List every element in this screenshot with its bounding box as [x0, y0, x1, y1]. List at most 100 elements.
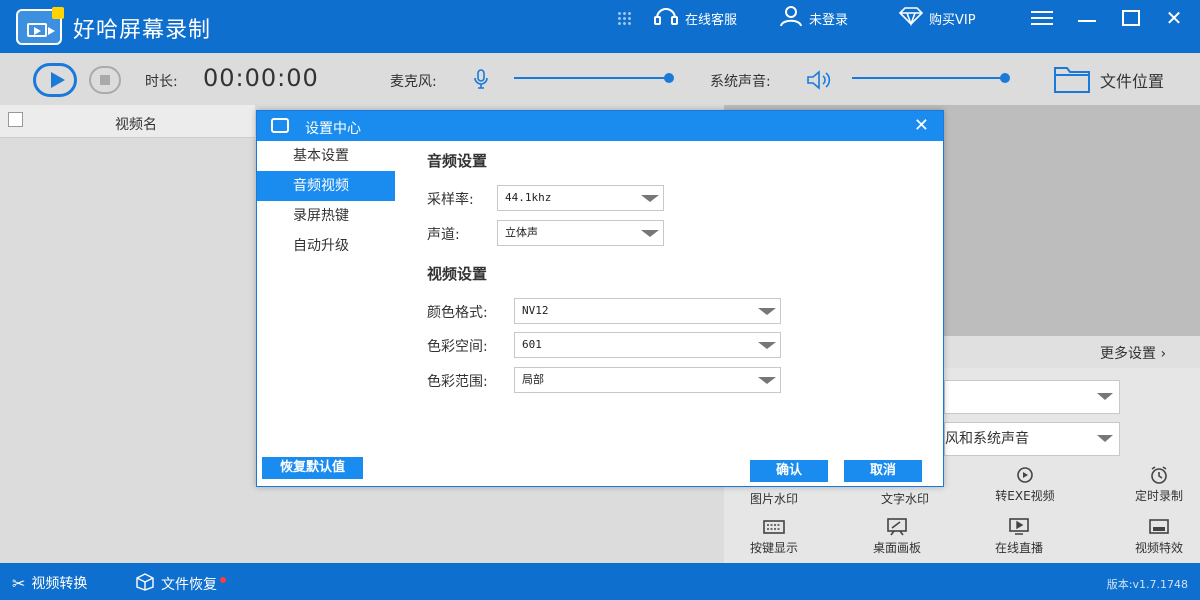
tool-text-watermark[interactable]: 文字水印	[860, 490, 950, 507]
dialog-title-bar[interactable]: 设置中心 ✕	[257, 111, 943, 141]
user-icon	[778, 5, 804, 31]
maximize-icon	[1122, 10, 1140, 26]
close-icon: ✕	[913, 115, 929, 136]
tool-label: 视频特效	[1134, 541, 1183, 555]
tool-label: 转EXE视频	[995, 489, 1055, 503]
diamond-icon	[898, 6, 924, 30]
sample-rate-select[interactable]: 44.1khz	[497, 185, 664, 211]
chevron-down-icon	[758, 342, 776, 349]
headset-icon	[652, 6, 680, 30]
record-toolbar: 时长: 00:00:00 麦克风: 系统声音: 文件位置	[0, 53, 1200, 105]
color-range-label: 色彩范围:	[427, 374, 488, 390]
tool-label: 在线直播	[994, 541, 1043, 555]
title-bar: 好哈屏幕录制 在线客服 未登录 购买VIP ✕	[0, 0, 1200, 53]
login-button[interactable]: 未登录	[778, 6, 849, 28]
settings-nav: 基本设置 音频视频 录屏热键 自动升级	[257, 141, 395, 261]
minimize-icon	[1078, 20, 1096, 22]
settings-dialog: 设置中心 ✕ 基本设置 音频视频 录屏热键 自动升级 音频设置 采样率: 44.…	[256, 110, 944, 487]
nav-audio-video[interactable]: 音频视频	[257, 171, 395, 201]
grid-icon[interactable]	[617, 11, 631, 25]
app-title: 好哈屏幕录制	[73, 18, 212, 43]
column-video-name: 视频名	[115, 117, 157, 133]
exe-convert-icon	[1017, 467, 1033, 483]
live-icon	[1009, 518, 1029, 535]
mic-slider-handle[interactable]	[664, 73, 674, 83]
stop-record-button[interactable]	[89, 66, 121, 94]
file-recover-label: 文件恢复	[161, 577, 217, 593]
chevron-down-icon	[758, 377, 776, 384]
close-icon: ✕	[1165, 6, 1183, 30]
tool-label: 按键显示	[749, 541, 798, 555]
notification-dot	[220, 577, 226, 583]
tool-keyboard-display[interactable]: 按键显示	[729, 518, 819, 556]
chevron-down-icon	[1097, 435, 1113, 442]
tool-image-watermark[interactable]: 图片水印	[729, 490, 819, 507]
channel-select[interactable]: 立体声	[497, 220, 664, 246]
color-space-label: 色彩空间:	[427, 339, 488, 355]
dialog-title: 设置中心	[305, 121, 361, 137]
audio-source-select[interactable]: 风和系统声音	[944, 422, 1120, 456]
start-record-button[interactable]	[33, 63, 77, 97]
restore-default-button[interactable]: 恢复默认值	[262, 457, 363, 479]
cancel-button[interactable]: 取消	[844, 460, 922, 482]
select-all-checkbox[interactable]	[8, 112, 23, 127]
folder-icon[interactable]	[1053, 64, 1091, 94]
system-slider-handle[interactable]	[1000, 73, 1010, 83]
audio-source-value: 风和系统声音	[945, 431, 1029, 447]
color-format-select[interactable]: NV12	[514, 298, 781, 324]
buy-vip-button[interactable]: 购买VIP	[898, 6, 976, 30]
confirm-button[interactable]: 确认	[750, 460, 828, 482]
dialog-close-button[interactable]: ✕	[914, 115, 929, 136]
file-recover-button[interactable]: 文件恢复	[135, 573, 226, 595]
duration-value: 00:00:00	[203, 64, 319, 92]
color-range-select[interactable]: 局部	[514, 367, 781, 393]
duration-label: 时长:	[145, 74, 178, 90]
microphone-icon[interactable]	[474, 69, 488, 89]
close-button[interactable]: ✕	[1161, 6, 1187, 30]
tool-label: 定时录制	[1134, 489, 1183, 503]
file-location-button[interactable]: 文件位置	[1100, 68, 1164, 92]
tool-exe-convert[interactable]: 转EXE视频	[980, 466, 1070, 504]
video-effect-icon	[1149, 519, 1169, 534]
maximize-button[interactable]	[1118, 6, 1144, 30]
system-sound-label: 系统声音:	[710, 74, 771, 90]
audio-section-title: 音频设置	[427, 152, 488, 170]
app-logo-icon	[16, 7, 64, 45]
record-area-select[interactable]	[944, 380, 1120, 414]
more-settings-link[interactable]: 更多设置 ›	[1100, 343, 1166, 363]
tool-drawing-board[interactable]: 桌面画板	[852, 518, 942, 556]
nav-auto-upgrade[interactable]: 自动升级	[257, 231, 395, 261]
online-support-button[interactable]: 在线客服	[652, 6, 738, 30]
color-space-value: 601	[522, 338, 542, 351]
box-icon	[135, 573, 155, 595]
drawing-board-icon	[887, 518, 907, 536]
tool-video-effect[interactable]: 视频特效	[1114, 518, 1200, 556]
minimize-button[interactable]	[1074, 6, 1100, 30]
chevron-down-icon	[758, 308, 776, 315]
video-convert-button[interactable]: ✂ 视频转换	[12, 573, 87, 593]
channel-value: 立体声	[505, 226, 538, 239]
system-volume-slider[interactable]	[852, 73, 1010, 83]
chevron-down-icon	[1097, 393, 1113, 400]
nav-record-hotkeys[interactable]: 录屏热键	[257, 201, 395, 231]
mic-label: 麦克风:	[390, 74, 437, 90]
mic-volume-slider[interactable]	[514, 73, 674, 83]
tool-timer-record[interactable]: 定时录制	[1114, 466, 1200, 504]
tool-label: 桌面画板	[872, 541, 921, 555]
color-format-value: NV12	[522, 304, 549, 317]
login-label: 未登录	[809, 12, 849, 28]
tool-label: 图片水印	[749, 492, 798, 506]
version-label: 版本:v1.7.1748	[1106, 578, 1188, 591]
chevron-down-icon	[641, 230, 659, 237]
tool-label: 文字水印	[880, 492, 929, 506]
tool-live-stream[interactable]: 在线直播	[974, 518, 1064, 556]
nav-basic-settings[interactable]: 基本设置	[257, 141, 395, 171]
online-support-label: 在线客服	[685, 12, 738, 28]
speaker-icon[interactable]	[806, 69, 832, 91]
color-range-value: 局部	[522, 373, 544, 386]
buy-vip-label: 购买VIP	[929, 12, 976, 28]
keyboard-icon	[763, 520, 785, 534]
color-space-select[interactable]: 601	[514, 332, 781, 358]
sample-rate-value: 44.1khz	[505, 191, 552, 204]
menu-button[interactable]	[1029, 6, 1055, 30]
